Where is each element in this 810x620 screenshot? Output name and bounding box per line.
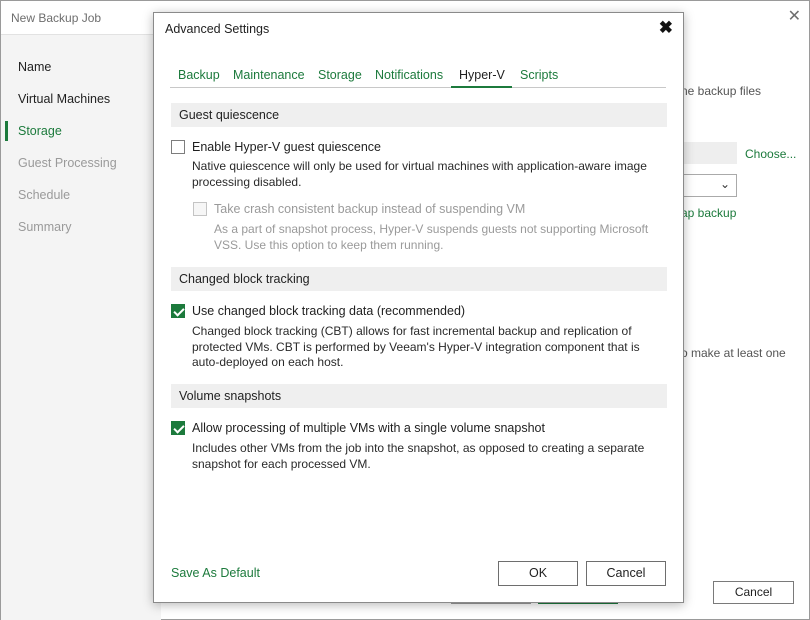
single-volume-snapshot-label[interactable]: Allow processing of multiple VMs with a … bbox=[192, 421, 545, 435]
active-tab-underline bbox=[451, 86, 512, 88]
advanced-settings-dialog: Advanced Settings ✖ Backup Maintenance S… bbox=[153, 12, 684, 603]
crash-consistent-label: Take crash consistent backup instead of … bbox=[214, 202, 526, 216]
use-cbt-label[interactable]: Use changed block tracking data (recomme… bbox=[192, 304, 465, 318]
nav-item-name[interactable]: Name bbox=[18, 60, 51, 74]
nav-item-storage[interactable]: Storage bbox=[18, 124, 62, 138]
tab-storage[interactable]: Storage bbox=[318, 68, 362, 82]
parent-window-title: New Backup Job bbox=[11, 11, 102, 25]
section-title: Changed block tracking bbox=[179, 272, 310, 286]
nav-item-guest-processing: Guest Processing bbox=[18, 156, 117, 170]
snapshot-backup-link[interactable]: ap backup bbox=[681, 206, 736, 220]
tab-notifications[interactable]: Notifications bbox=[375, 68, 443, 82]
single-volume-snapshot-checkbox[interactable] bbox=[171, 421, 185, 435]
volume-snapshot-description: Includes other VMs from the job into the… bbox=[192, 441, 645, 471]
settings-tabs: Backup Maintenance Storage Notifications… bbox=[170, 66, 666, 88]
guest-quiescence-description: Native quiescence will only be used for … bbox=[192, 159, 647, 189]
chevron-down-icon: ⌄ bbox=[719, 177, 730, 191]
tab-maintenance[interactable]: Maintenance bbox=[233, 68, 305, 82]
section-title: Guest quiescence bbox=[179, 108, 280, 122]
active-step-indicator bbox=[5, 121, 8, 141]
enable-guest-quiescence-checkbox[interactable] bbox=[171, 140, 185, 154]
tab-backup[interactable]: Backup bbox=[178, 68, 220, 82]
ok-button[interactable]: OK bbox=[498, 561, 578, 586]
restore-points-hint: o make at least one bbox=[681, 346, 786, 360]
close-icon[interactable]: ✕ bbox=[788, 6, 801, 26]
enable-guest-quiescence-label[interactable]: Enable Hyper-V guest quiescence bbox=[192, 140, 381, 154]
repository-dropdown[interactable]: ⌄ bbox=[681, 174, 737, 197]
section-header-guest-quiescence: Guest quiescence bbox=[171, 103, 667, 127]
section-header-changed-block-tracking: Changed block tracking bbox=[171, 267, 667, 291]
nav-item-virtual-machines[interactable]: Virtual Machines bbox=[18, 92, 110, 106]
save-as-default-link[interactable]: Save As Default bbox=[171, 566, 260, 580]
wizard-steps-nav: Name Virtual Machines Storage Guest Proc… bbox=[1, 34, 161, 620]
section-header-volume-snapshots: Volume snapshots bbox=[171, 384, 667, 408]
use-cbt-checkbox[interactable] bbox=[171, 304, 185, 318]
crash-consistent-description: As a part of snapshot process, Hyper-V s… bbox=[214, 222, 649, 252]
nav-item-schedule: Schedule bbox=[18, 188, 71, 202]
parent-cancel-button[interactable]: Cancel bbox=[713, 581, 794, 604]
tab-hyper-v[interactable]: Hyper-V bbox=[459, 68, 505, 82]
dialog-title: Advanced Settings bbox=[165, 22, 270, 36]
crash-consistent-checkbox bbox=[193, 202, 207, 216]
cbt-description: Changed block tracking (CBT) allows for … bbox=[192, 324, 640, 369]
choose-link[interactable]: Choose... bbox=[745, 147, 796, 161]
section-title: Volume snapshots bbox=[179, 389, 282, 403]
tab-scripts[interactable]: Scripts bbox=[520, 68, 558, 82]
storage-description-text: ne backup files bbox=[681, 84, 762, 98]
repository-field[interactable] bbox=[681, 142, 737, 164]
close-icon[interactable]: ✖ bbox=[659, 18, 673, 38]
nav-item-summary: Summary bbox=[18, 220, 72, 234]
cancel-button[interactable]: Cancel bbox=[586, 561, 666, 586]
